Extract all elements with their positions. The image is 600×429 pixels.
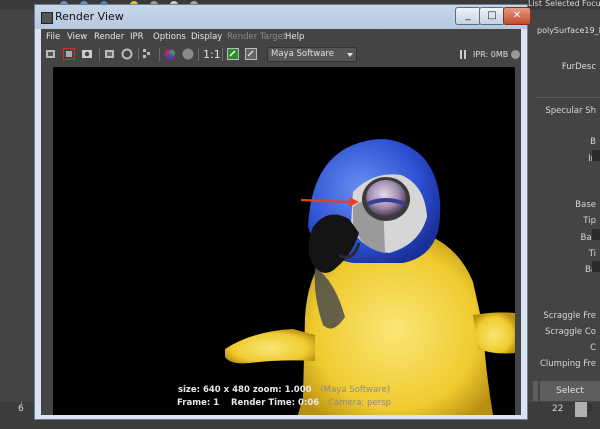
attr-label: Clumping Fre <box>539 359 596 369</box>
menu-options[interactable]: Options <box>153 32 186 42</box>
camera-info: Camera: persp <box>328 398 391 408</box>
chevron-down-icon <box>347 53 353 57</box>
remove-image-icon[interactable] <box>245 48 257 60</box>
divider <box>536 97 600 98</box>
attr-label: Tip <box>583 216 596 226</box>
minimize-button[interactable]: _ <box>455 7 481 25</box>
render-info-line-2: Frame: 1 Render Time: 0:06 Camera: persp <box>53 398 515 408</box>
fur-description-label: FurDesc <box>561 62 596 72</box>
menu-render[interactable]: Render <box>94 32 124 42</box>
window-title-bar[interactable]: Render View _ □ ✕ <box>35 5 531 29</box>
ipr-status-indicator-icon <box>511 50 520 59</box>
current-frame-marker[interactable] <box>575 402 587 417</box>
attr-label: Scraggle Co <box>545 327 596 337</box>
attr-input-field[interactable] <box>592 261 600 272</box>
attr-label: B <box>590 137 596 147</box>
menu-selected[interactable]: Selected <box>545 0 580 8</box>
pause-icon[interactable] <box>460 50 467 59</box>
alpha-channel-icon[interactable] <box>182 48 194 60</box>
attr-label: Scraggle Fre <box>543 311 596 321</box>
frame-info: Frame: 1 <box>177 398 220 408</box>
toolbar-separator <box>159 48 160 61</box>
timeline-tick-label: 22 <box>552 404 564 414</box>
render-info-line-1: size: 640 x 480 zoom: 1.000 (Maya Softwa… <box>53 385 515 395</box>
window-title: Render View <box>55 10 124 23</box>
menu-file[interactable]: File <box>46 32 60 42</box>
attr-label: C <box>590 343 596 353</box>
menu-help[interactable]: Help <box>285 32 304 42</box>
renderer-selected-value: Maya Software <box>271 49 334 59</box>
renderer-dropdown[interactable]: Maya Software <box>267 47 357 62</box>
render-time-info: Render Time: 0:06 <box>230 398 320 408</box>
refresh-icon[interactable] <box>121 48 133 60</box>
render-view-body: File View Render IPR Options Display Ren… <box>41 29 521 415</box>
menu-ipr[interactable]: IPR <box>130 32 144 42</box>
maya-app-icon <box>41 12 53 24</box>
snapshot-icon[interactable] <box>81 48 93 60</box>
attr-label: Base <box>575 200 596 210</box>
menu-view[interactable]: View <box>67 32 87 42</box>
render-view-menubar: File View Render IPR Options Display Ren… <box>41 29 521 45</box>
attr-input-field[interactable] <box>592 229 600 240</box>
rgb-channels-icon[interactable] <box>164 48 176 60</box>
real-size-button[interactable]: 1:1 <box>203 48 221 61</box>
menu-render-target[interactable]: Render Target <box>227 32 286 42</box>
select-button[interactable]: Select <box>540 381 600 401</box>
menu-list[interactable]: List <box>528 0 542 8</box>
render-region-icon[interactable] <box>63 48 75 60</box>
render-size-info: size: 640 x 480 zoom: 1.000 <box>177 385 312 395</box>
toolbar-separator <box>198 48 199 61</box>
renderer-tag: (Maya Software) <box>320 385 391 395</box>
render-view-toolbar: 1:1 Maya Software IPR: 0MB <box>41 45 521 65</box>
node-title-tab[interactable]: polySurface19_Fur <box>537 26 600 35</box>
menu-focus[interactable]: Focu <box>582 0 600 8</box>
panel-button[interactable] <box>533 381 538 401</box>
redo-render-icon[interactable] <box>45 48 57 60</box>
timeline-tick <box>21 402 22 408</box>
rendered-parrot-image <box>225 139 515 415</box>
toolbar-separator <box>222 48 223 61</box>
maximize-button[interactable]: □ <box>479 7 505 25</box>
render-view-window: Render View _ □ ✕ File View Render IPR O… <box>34 4 531 420</box>
keep-image-icon[interactable] <box>227 48 239 60</box>
close-button[interactable]: ✕ <box>503 7 531 25</box>
attr-input-field[interactable] <box>592 150 600 161</box>
menu-display[interactable]: Display <box>191 32 222 42</box>
attr-label: Specular Sh <box>545 106 596 116</box>
render-image-viewport[interactable]: size: 640 x 480 zoom: 1.000 (Maya Softwa… <box>53 67 515 415</box>
ipr-memory-status: IPR: 0MB <box>473 50 509 59</box>
ipr-render-icon[interactable] <box>104 48 116 60</box>
toolbar-separator <box>99 48 100 61</box>
toolbar-separator <box>138 48 139 61</box>
attr-label: Ti <box>588 249 596 259</box>
render-settings-icon[interactable] <box>142 48 154 60</box>
